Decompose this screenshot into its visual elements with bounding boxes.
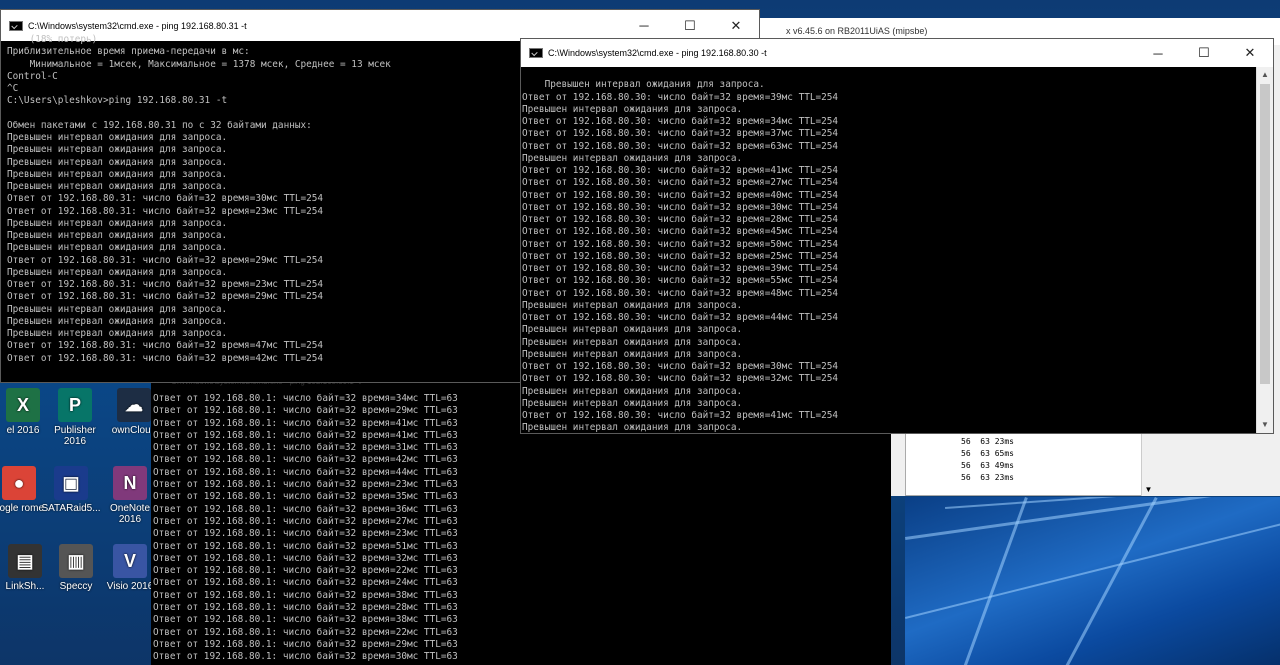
desktop-shortcut-label: Speccy	[59, 581, 93, 592]
owncloud-icon: ☁	[117, 388, 151, 422]
desktop-shortcut[interactable]: P Publisher 2016	[44, 388, 106, 447]
visio-icon: V	[113, 544, 147, 578]
winbox-ping-list: 56 63 23ms 56 63 65ms 56 63 49ms 56 63 2…	[905, 433, 1155, 496]
close-button[interactable]: ✕	[713, 18, 759, 34]
scroll-up-icon[interactable]: ▲	[1257, 67, 1273, 83]
console-text-80-30: Превышен интервал ожидания для запроса. …	[522, 79, 839, 433]
excel-icon: X	[6, 388, 40, 422]
cmd-title-80-31: C:\Windows\system32\cmd.exe - ping 192.1…	[28, 20, 247, 31]
minimize-button[interactable]: ─	[1135, 46, 1181, 61]
winbox-side-panel	[1156, 433, 1280, 496]
linkshell-icon: ▤	[8, 544, 42, 578]
cmd-titlebar-80-30[interactable]: C:\Windows\system32\cmd.exe - ping 192.1…	[521, 39, 1273, 67]
winbox-scrollbar[interactable]: ▼	[1141, 433, 1155, 496]
desktop-shortcut[interactable]: ▣ SATARaid5...	[40, 466, 102, 514]
onenote-icon: N	[113, 466, 147, 500]
scroll-thumb[interactable]	[1260, 84, 1270, 384]
maximize-button[interactable]: ☐	[1181, 45, 1227, 61]
minimize-button[interactable]: ─	[621, 18, 667, 33]
console-scrollbar[interactable]: ▲ ▼	[1256, 67, 1273, 433]
console-output-ping-80-30: Превышен интервал ожидания для запроса. …	[521, 67, 1256, 433]
speccy-icon: ▥	[59, 544, 93, 578]
sataraid-icon: ▣	[54, 466, 88, 500]
desktop-shortcut-label: SATARaid5...	[41, 503, 101, 514]
close-button[interactable]: ✕	[1227, 45, 1273, 61]
desktop-shortcut-label: Publisher 2016	[54, 425, 96, 447]
cmd-title-80-30: C:\Windows\system32\cmd.exe - ping 192.1…	[548, 48, 767, 58]
scroll-down-icon[interactable]: ▼	[1142, 485, 1155, 494]
scroll-down-icon[interactable]: ▼	[1257, 417, 1273, 433]
maximize-button[interactable]: ☐	[667, 18, 713, 34]
cmd-app-icon	[529, 48, 543, 58]
cmd-app-icon	[9, 20, 23, 31]
chrome-icon: ●	[2, 466, 36, 500]
wallpaper-preview	[905, 497, 1280, 665]
cmd-window-ping-80-30[interactable]: C:\Windows\system32\cmd.exe - ping 192.1…	[520, 38, 1274, 434]
desktop-shortcut[interactable]: ▥ Speccy	[45, 544, 107, 592]
publisher-icon: P	[58, 388, 92, 422]
